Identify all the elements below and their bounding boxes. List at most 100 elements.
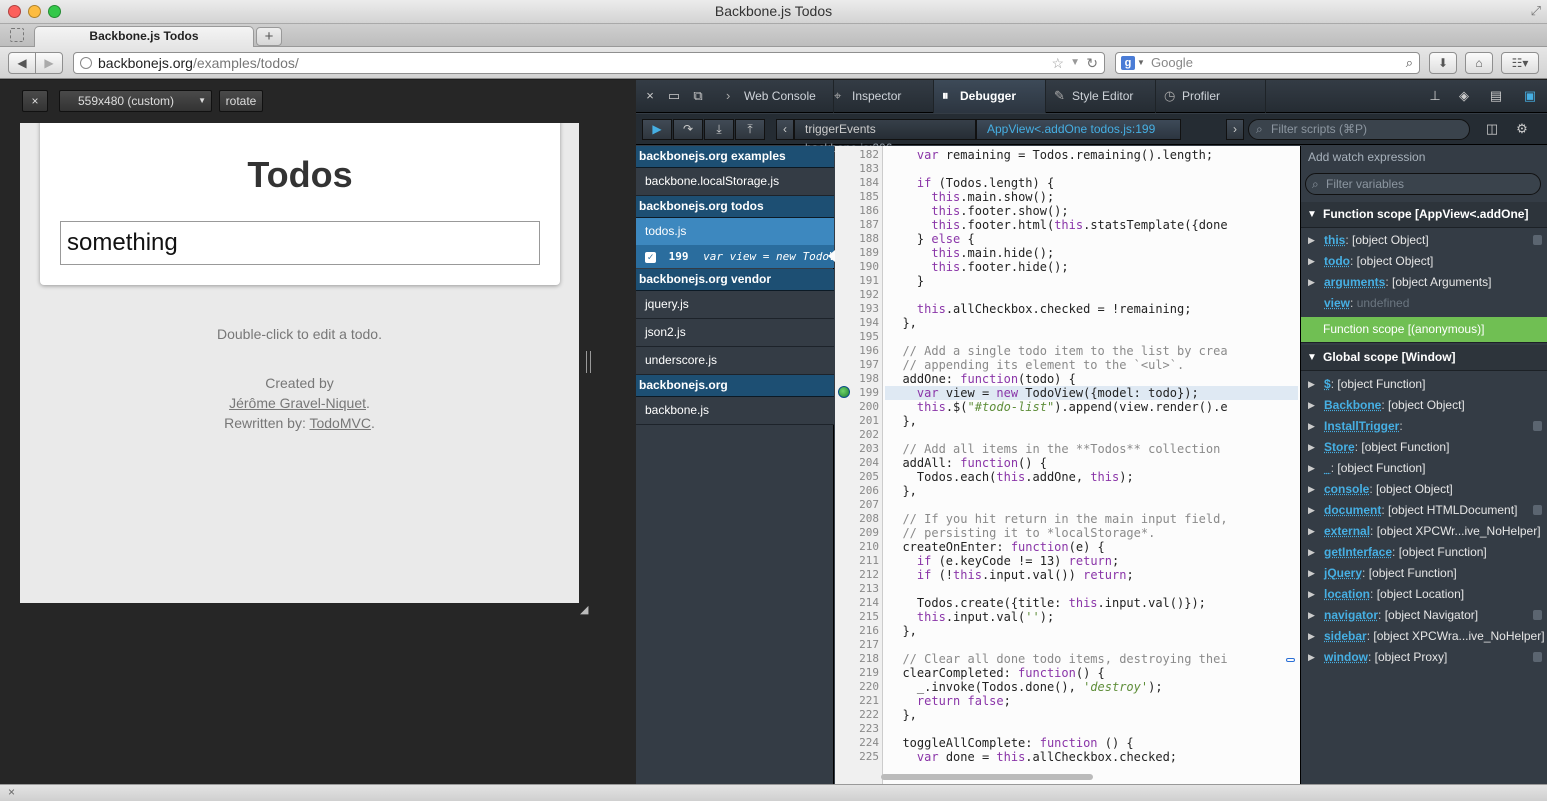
close-addon-bar-icon[interactable]: × [8, 785, 15, 799]
toggle-panes-icon[interactable]: ◫ [1480, 113, 1504, 146]
line-number[interactable]: 218 [835, 652, 879, 666]
close-responsive-button[interactable]: × [22, 90, 48, 112]
line-number[interactable]: 202 [835, 428, 879, 442]
line-number[interactable]: 193 [835, 302, 879, 316]
undock-icon[interactable]: ⧉ [686, 80, 710, 113]
step-over-button[interactable]: ↷ [673, 119, 703, 140]
reload-icon[interactable]: ↻ [1086, 53, 1098, 73]
collapsed-triangle-icon[interactable]: ▶ [1308, 563, 1315, 584]
line-number[interactable]: 203 [835, 442, 879, 456]
new-todo-input[interactable]: something [60, 221, 540, 265]
line-number[interactable]: 210 [835, 540, 879, 554]
line-number[interactable]: 195 [835, 330, 879, 344]
zoom-window-button[interactable] [48, 5, 61, 18]
tab-profiler[interactable]: ◷ Profiler [1156, 80, 1266, 113]
size-select[interactable]: 559x480 (custom) ▼ [59, 90, 212, 112]
horizontal-scrollbar[interactable] [881, 774, 1093, 780]
collapsed-triangle-icon[interactable]: ▶ [1308, 416, 1315, 437]
back-button[interactable]: ◀ [8, 52, 36, 74]
scope-function[interactable]: ▼ Function scope [AppView<.addOne] [1301, 202, 1547, 228]
resize-corner-handle[interactable]: ◢ [580, 603, 588, 616]
variable-row[interactable]: ▶ sidebar: [object XPCWra...ive_NoHelper] [1301, 626, 1547, 647]
collapsed-triangle-icon[interactable]: ▶ [1308, 584, 1315, 605]
tab-debugger[interactable]: ⏸ Debugger [934, 80, 1046, 113]
search-icon[interactable]: ⌕ [1406, 53, 1413, 73]
tab-inspector[interactable]: ⌖ Inspector [826, 80, 934, 113]
line-number[interactable]: 221 [835, 694, 879, 708]
bookmark-star-icon[interactable]: ☆ [1051, 53, 1064, 73]
line-number[interactable]: 201 [835, 414, 879, 428]
home-button[interactable]: ⌂ [1465, 52, 1493, 74]
variable-row[interactable]: ▶ Store: [object Function] [1301, 437, 1547, 458]
author-link[interactable]: Jérôme Gravel-Niquet [229, 395, 366, 411]
line-number[interactable]: 225 [835, 750, 879, 764]
variable-row[interactable]: ▶ Backbone: [object Object] [1301, 395, 1547, 416]
line-number[interactable]: 185 [835, 190, 879, 204]
line-number[interactable]: 215 [835, 610, 879, 624]
line-number[interactable]: 212 [835, 568, 879, 582]
minimize-window-button[interactable] [28, 5, 41, 18]
line-number[interactable]: 196 [835, 344, 879, 358]
fullscreen-icon[interactable]: ⤢ [1531, 3, 1541, 19]
line-number[interactable]: 182 [835, 148, 879, 162]
collapsed-triangle-icon[interactable]: ▶ [1308, 521, 1315, 542]
gear-icon[interactable]: ⚙ [1510, 113, 1534, 146]
engine-dropdown-icon[interactable]: ▼ [1137, 53, 1145, 73]
filter-variables-input[interactable]: ⌕ Filter variables [1305, 173, 1541, 195]
variable-row[interactable]: ▶ window: [object Proxy] [1301, 647, 1547, 668]
line-number[interactable]: 187 [835, 218, 879, 232]
responsive-mode-icon[interactable]: ▣ [1518, 80, 1542, 113]
forward-button[interactable]: ▶ [35, 52, 63, 74]
scope-global[interactable]: ▼ Global scope [Window] [1301, 345, 1547, 371]
filter-scripts-input[interactable]: ⌕ Filter scripts (⌘P) [1248, 119, 1470, 140]
source-item[interactable]: backbone.localStorage.js [636, 168, 834, 196]
variable-row[interactable]: ▶ navigator: [object Navigator] [1301, 605, 1547, 626]
checkbox-checked-icon[interactable]: ✓ [645, 251, 656, 263]
line-number[interactable]: 192 [835, 288, 879, 302]
variable-row[interactable]: ▶ arguments: [object Arguments] [1301, 272, 1547, 293]
variable-row[interactable]: ▶ jQuery: [object Function] [1301, 563, 1547, 584]
collapsed-triangle-icon[interactable]: ▶ [1308, 647, 1315, 668]
rotate-button[interactable]: rotate [219, 90, 263, 112]
line-number[interactable]: 191 [835, 274, 879, 288]
bookmarks-button[interactable]: ☷▾ [1501, 52, 1539, 74]
close-devtools-icon[interactable]: × [638, 80, 662, 113]
collapsed-triangle-icon[interactable]: ▶ [1308, 251, 1315, 272]
variable-row[interactable]: ▶ document: [object HTMLDocument] [1301, 500, 1547, 521]
line-number[interactable]: 194 [835, 316, 879, 330]
line-number[interactable]: 204 [835, 456, 879, 470]
url-bar[interactable]: backbonejs.org/examples/todos/ ☆ ▼ ↻ [73, 52, 1105, 74]
source-item[interactable]: underscore.js [636, 347, 834, 375]
breakpoint-marker-icon[interactable] [838, 386, 850, 398]
variable-row[interactable]: ▶ InstallTrigger: [1301, 416, 1547, 437]
line-number[interactable]: 186 [835, 204, 879, 218]
tab-backbone-todos[interactable]: Backbone.js Todos [34, 26, 254, 47]
line-number[interactable]: 216 [835, 624, 879, 638]
paint-flashing-icon[interactable]: ⊥ [1423, 80, 1447, 113]
google-icon[interactable]: g [1121, 56, 1135, 70]
variable-row[interactable]: ▶ this: [object Object] [1301, 230, 1547, 251]
history-dropdown-icon[interactable]: ▼ [1070, 53, 1080, 73]
scratchpad-icon[interactable]: ▤ [1484, 80, 1508, 113]
watch-expression-input[interactable]: Add watch expression [1301, 146, 1547, 169]
variable-row[interactable]: ▶ console: [object Object] [1301, 479, 1547, 500]
code-editor[interactable]: 182 183 184 185 186 187 188 189 190 191 192 193 194 1… [835, 146, 1300, 784]
line-number[interactable]: 198 [835, 372, 879, 386]
line-number[interactable]: 214 [835, 596, 879, 610]
variable-row[interactable]: view: undefined [1301, 293, 1547, 314]
downloads-button[interactable]: ⬇ [1429, 52, 1457, 74]
breakpoint-item[interactable]: ✓ 199 var view = new TodoV... [636, 245, 834, 268]
breadcrumb-add-one[interactable]: AppView<.addOne todos.js:199 [976, 119, 1181, 140]
line-number[interactable]: 217 [835, 638, 879, 652]
line-number[interactable]: 220 [835, 680, 879, 694]
collapsed-triangle-icon[interactable]: ▶ [1308, 605, 1315, 626]
variable-row[interactable]: ▶ todo: [object Object] [1301, 251, 1547, 272]
source-item[interactable]: json2.js [636, 319, 834, 347]
variable-row[interactable]: ▶ location: [object Location] [1301, 584, 1547, 605]
tilt-3d-icon[interactable]: ◈ [1452, 80, 1476, 113]
line-number[interactable]: 222 [835, 708, 879, 722]
collapsed-triangle-icon[interactable]: ▶ [1308, 374, 1315, 395]
dock-icon[interactable]: ▭ [662, 80, 686, 113]
step-in-button[interactable]: ⤓ [704, 119, 734, 140]
line-number[interactable]: 189 [835, 246, 879, 260]
